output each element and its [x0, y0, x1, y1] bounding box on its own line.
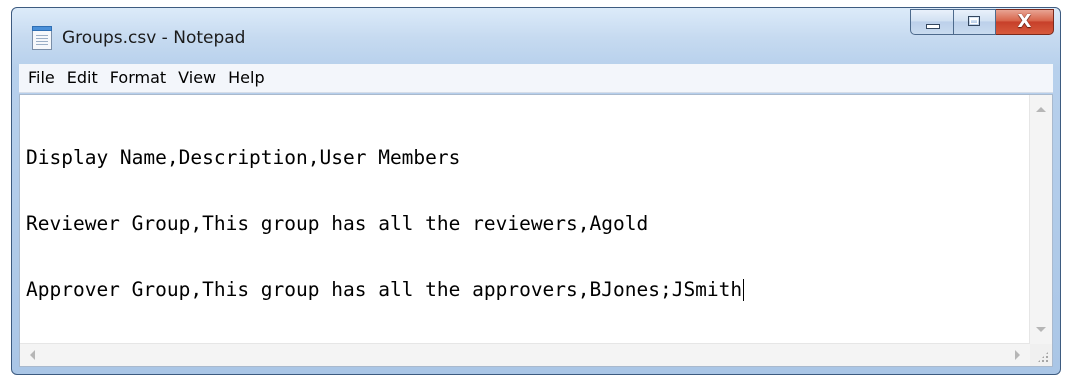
- maximize-icon: [968, 16, 980, 26]
- maximize-button[interactable]: [954, 9, 996, 35]
- editor: Display Name,Description,User Members Re…: [19, 94, 1053, 367]
- close-icon: X: [1017, 11, 1032, 32]
- text-editor-area[interactable]: Display Name,Description,User Members Re…: [20, 95, 1030, 344]
- caption-buttons: X: [910, 9, 1054, 37]
- scroll-down-arrow-icon[interactable]: [1036, 327, 1046, 332]
- minimize-icon: [926, 24, 940, 29]
- scroll-left-arrow-icon[interactable]: [30, 350, 35, 360]
- menu-edit[interactable]: Edit: [61, 64, 104, 92]
- size-grip[interactable]: [1030, 344, 1052, 366]
- text-line-with-caret: Approver Group,This group has all the ap…: [26, 279, 1030, 301]
- window-title: Groups.csv - Notepad: [62, 28, 246, 48]
- scroll-up-arrow-icon[interactable]: [1036, 107, 1046, 112]
- menu-view[interactable]: View: [172, 64, 222, 92]
- menu-help[interactable]: Help: [222, 64, 270, 92]
- notepad-window: Groups.csv - Notepad X File Edit Format …: [11, 7, 1061, 375]
- horizontal-scrollbar[interactable]: [20, 343, 1030, 366]
- text-line: Reviewer Group,This group has all the re…: [26, 212, 649, 235]
- notepad-icon: [32, 26, 52, 50]
- menu-bar: File Edit Format View Help: [19, 64, 1053, 93]
- scroll-right-arrow-icon[interactable]: [1015, 350, 1020, 360]
- close-button[interactable]: X: [996, 9, 1054, 35]
- title-bar[interactable]: Groups.csv - Notepad: [12, 8, 1060, 56]
- vertical-scrollbar[interactable]: [1029, 95, 1052, 344]
- text-line: Approver Group,This group has all the ap…: [26, 278, 743, 301]
- minimize-button[interactable]: [910, 9, 954, 35]
- menu-format[interactable]: Format: [104, 64, 172, 92]
- text-line: Display Name,Description,User Members: [26, 146, 461, 169]
- menu-file[interactable]: File: [19, 64, 61, 92]
- text-caret: [743, 279, 745, 301]
- resize-grip-icon: [1037, 351, 1049, 363]
